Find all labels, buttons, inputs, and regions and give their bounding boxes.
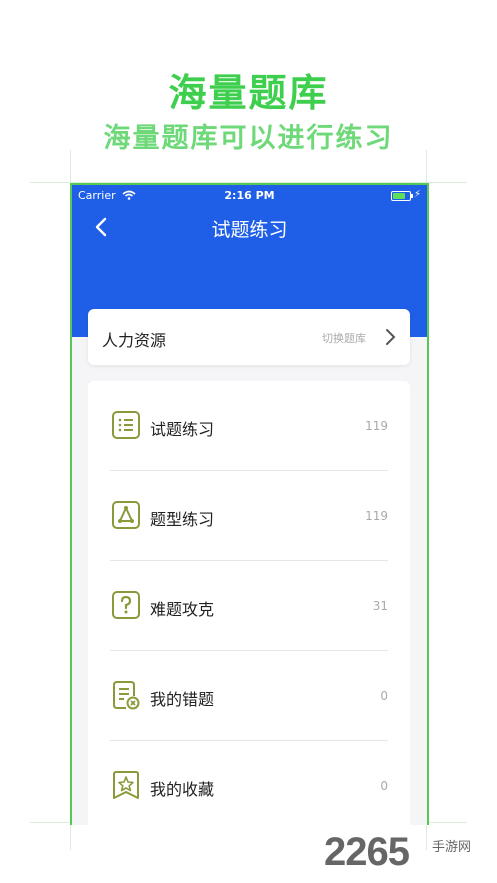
promo-subtitle: 海量题库可以进行练习 xyxy=(103,123,394,154)
menu-item-count: 0 xyxy=(380,689,388,703)
chevron-right-icon[interactable] xyxy=(384,328,396,346)
promo-title: 海量题库 xyxy=(168,71,329,115)
watermark-number: 2265 xyxy=(324,830,410,874)
phone-screen: Carrier 2:16 PM ⚡ 试题练习 人力资源 切换题库 试题练习 11… xyxy=(70,183,429,825)
star-bookmark-icon xyxy=(113,771,139,799)
status-bar: Carrier 2:16 PM ⚡ xyxy=(72,185,427,207)
practice-menu: 试题练习 119 题型练习 119 难题攻克 31 我的错题 0 我的收藏 0 xyxy=(88,381,410,825)
menu-item-wrong-answers[interactable]: 我的错题 0 xyxy=(88,651,410,741)
menu-item-label: 难题攻克 xyxy=(150,600,215,619)
menu-item-label: 我的收藏 xyxy=(150,780,215,799)
subject-card[interactable]: 人力资源 切换题库 xyxy=(88,309,410,365)
wrong-doc-icon xyxy=(113,681,140,710)
charging-icon: ⚡ xyxy=(413,189,421,200)
menu-item-count: 119 xyxy=(365,509,388,523)
menu-item-hard-questions[interactable]: 难题攻克 31 xyxy=(88,561,410,651)
menu-item-count: 0 xyxy=(380,779,388,793)
menu-item-label: 题型练习 xyxy=(150,510,215,529)
watermark-site: 手游网 xyxy=(431,840,471,855)
menu-item-favorites[interactable]: 我的收藏 0 xyxy=(88,741,410,825)
menu-item-count: 119 xyxy=(365,419,388,433)
switch-bank-link[interactable]: 切换题库 xyxy=(322,330,366,346)
battery-icon xyxy=(391,191,413,201)
triangle-nodes-icon xyxy=(112,501,140,529)
question-icon xyxy=(112,591,140,619)
menu-item-count: 31 xyxy=(372,599,388,613)
subject-name: 人力资源 xyxy=(102,331,167,350)
menu-item-type-practice[interactable]: 题型练习 119 xyxy=(88,471,410,561)
page-title: 试题练习 xyxy=(211,219,288,241)
menu-item-label: 试题练习 xyxy=(150,420,215,439)
status-time: 2:16 PM xyxy=(224,189,275,202)
menu-item-practice[interactable]: 试题练习 119 xyxy=(88,381,410,471)
menu-item-label: 我的错题 xyxy=(150,690,215,709)
list-icon xyxy=(112,411,140,439)
watermark-logo: 2265 手游网 xyxy=(311,830,471,874)
